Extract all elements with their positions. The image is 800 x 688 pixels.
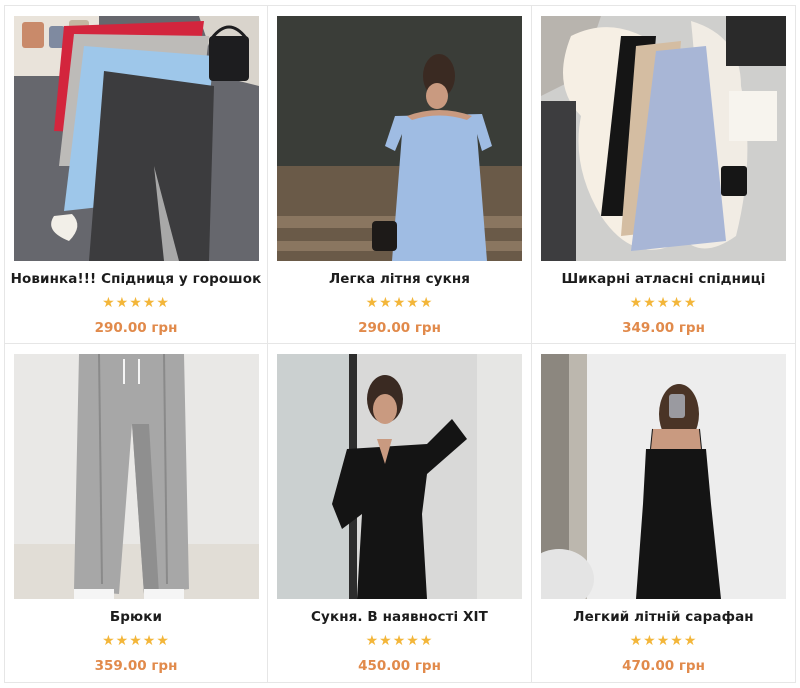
product-price: 450.00 грн (358, 658, 441, 674)
product-image[interactable] (277, 16, 522, 261)
product-card[interactable]: Новинка!!! Спідниця у горошок ★★★★★ 290.… (4, 5, 268, 344)
product-title[interactable]: Новинка!!! Спідниця у горошок (5, 271, 267, 287)
rating-stars: ★★★★★ (102, 295, 170, 311)
product-card[interactable]: Шикарні атласні спідниці ★★★★★ 349.00 гр… (532, 5, 796, 344)
product-title[interactable]: Сукня. В наявності ХІТ (268, 609, 531, 625)
product-title[interactable]: Легка літня сукня (268, 271, 531, 287)
satin-skirts-image (541, 16, 786, 261)
product-card[interactable]: Брюки ★★★★★ 359.00 грн (4, 344, 268, 683)
product-card[interactable]: Легкий літній сарафан ★★★★★ 470.00 грн (532, 344, 796, 683)
product-price: 290.00 грн (358, 320, 441, 336)
rating-stars: ★★★★★ (629, 295, 698, 311)
rating-stars: ★★★★★ (365, 633, 434, 649)
product-grid: Новинка!!! Спідниця у горошок ★★★★★ 290.… (4, 5, 796, 683)
rating-stars: ★★★★★ (629, 633, 698, 649)
product-image[interactable] (541, 354, 786, 599)
black-sundress-image (541, 354, 786, 599)
product-card[interactable]: Сукня. В наявності ХІТ ★★★★★ 450.00 грн (268, 344, 532, 683)
grey-trousers-image (14, 354, 259, 599)
product-price: 349.00 грн (622, 320, 705, 336)
rating-stars: ★★★★★ (365, 295, 434, 311)
rating-stars: ★★★★★ (102, 633, 170, 649)
product-price: 470.00 грн (622, 658, 705, 674)
product-card[interactable]: Легка літня сукня ★★★★★ 290.00 грн (268, 5, 532, 344)
product-image[interactable] (277, 354, 522, 599)
product-price: 359.00 грн (94, 658, 178, 674)
product-image[interactable] (14, 16, 259, 261)
product-image[interactable] (14, 354, 259, 599)
product-title[interactable]: Брюки (5, 609, 267, 625)
black-wrap-dress-image (277, 354, 522, 599)
blue-dress-image (277, 16, 522, 261)
product-title[interactable]: Легкий літній сарафан (532, 609, 795, 625)
product-image[interactable] (541, 16, 786, 261)
product-price: 290.00 грн (94, 320, 178, 336)
product-title[interactable]: Шикарні атласні спідниці (532, 271, 795, 287)
skirts-flatlay-image (14, 16, 259, 261)
